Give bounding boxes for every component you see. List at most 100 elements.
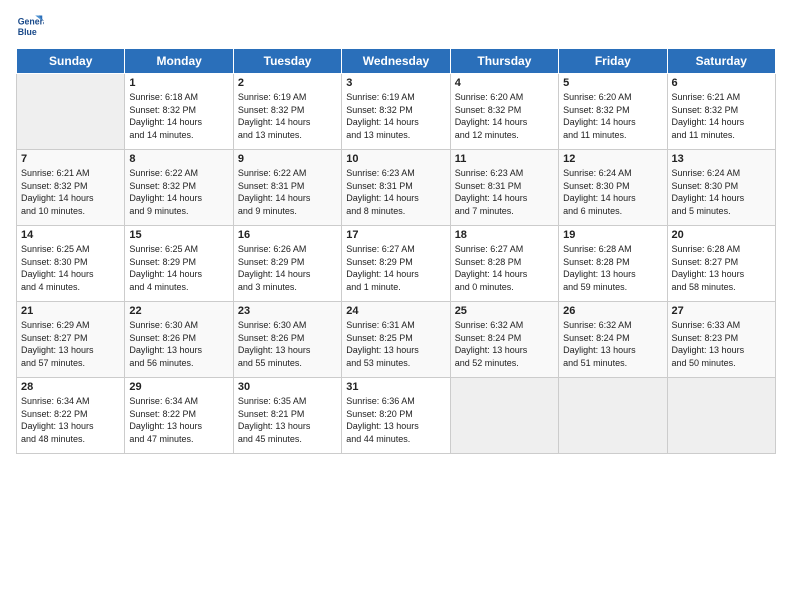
calendar-cell: 10 Sunrise: 6:23 AM Sunset: 8:31 PM Dayli… [342,150,450,226]
calendar-cell: 4Sunrise: 6:20 AM Sunset: 8:32 PM Daylig… [450,74,558,150]
date-number: 11 [455,153,554,165]
calendar-cell: 12 Sunrise: 6:24 AM Sunset: 8:30 PM Dayli… [559,150,667,226]
calendar-cell: 22 Sunrise: 6:30 AM Sunset: 8:26 PM Dayli… [125,302,233,378]
calendar-cell: 25 Sunrise: 6:32 AM Sunset: 8:24 PM Dayli… [450,302,558,378]
date-number: 17 [346,229,445,241]
cell-content: Sunrise: 6:22 AM Sunset: 8:32 PM Dayligh… [129,167,228,217]
calendar-day-header: Friday [559,49,667,74]
calendar-cell: 6Sunrise: 6:21 AM Sunset: 8:32 PM Daylig… [667,74,775,150]
calendar-day-header: Saturday [667,49,775,74]
date-number: 27 [672,305,771,317]
date-number: 30 [238,381,337,393]
calendar-table: SundayMondayTuesdayWednesdayThursdayFrid… [16,48,776,454]
date-number: 7 [21,153,120,165]
cell-content: Sunrise: 6:28 AM Sunset: 8:27 PM Dayligh… [672,243,771,293]
calendar-cell: 26Sunrise: 6:32 AM Sunset: 8:24 PM Dayli… [559,302,667,378]
calendar-cell: 19 Sunrise: 6:28 AM Sunset: 8:28 PM Dayli… [559,226,667,302]
date-number: 16 [238,229,337,241]
calendar-cell: 14Sunrise: 6:25 AM Sunset: 8:30 PM Dayli… [17,226,125,302]
calendar-cell: 5 Sunrise: 6:20 AM Sunset: 8:32 PM Daylig… [559,74,667,150]
cell-content: Sunrise: 6:31 AM Sunset: 8:25 PM Dayligh… [346,319,445,369]
cell-content: Sunrise: 6:19 AM Sunset: 8:32 PM Dayligh… [346,91,445,141]
calendar-cell: 2Sunrise: 6:19 AM Sunset: 8:32 PM Daylig… [233,74,341,150]
calendar-cell: 31Sunrise: 6:36 AM Sunset: 8:20 PM Dayli… [342,378,450,454]
date-number: 12 [563,153,662,165]
cell-content: Sunrise: 6:27 AM Sunset: 8:28 PM Dayligh… [455,243,554,293]
date-number: 18 [455,229,554,241]
cell-content: Sunrise: 6:27 AM Sunset: 8:29 PM Dayligh… [346,243,445,293]
date-number: 9 [238,153,337,165]
calendar-cell: 23 Sunrise: 6:30 AM Sunset: 8:26 PM Dayli… [233,302,341,378]
date-number: 29 [129,381,228,393]
date-number: 10 [346,153,445,165]
calendar-cell: 30 Sunrise: 6:35 AM Sunset: 8:21 PM Dayli… [233,378,341,454]
calendar-cell [559,378,667,454]
date-number: 6 [672,77,771,89]
date-number: 31 [346,381,445,393]
calendar-header-row: SundayMondayTuesdayWednesdayThursdayFrid… [17,49,776,74]
cell-content: Sunrise: 6:24 AM Sunset: 8:30 PM Dayligh… [672,167,771,217]
calendar-cell: 7 Sunrise: 6:21 AM Sunset: 8:32 PM Daylig… [17,150,125,226]
calendar-cell: 9 Sunrise: 6:22 AM Sunset: 8:31 PM Daylig… [233,150,341,226]
date-number: 22 [129,305,228,317]
date-number: 3 [346,77,445,89]
cell-content: Sunrise: 6:32 AM Sunset: 8:24 PM Dayligh… [455,319,554,369]
calendar-week-row: 21 Sunrise: 6:29 AM Sunset: 8:27 PM Dayli… [17,302,776,378]
calendar-cell: 20 Sunrise: 6:28 AM Sunset: 8:27 PM Dayli… [667,226,775,302]
calendar-cell [450,378,558,454]
cell-content: Sunrise: 6:18 AM Sunset: 8:32 PM Dayligh… [129,91,228,141]
cell-content: Sunrise: 6:30 AM Sunset: 8:26 PM Dayligh… [238,319,337,369]
calendar-cell: 17 Sunrise: 6:27 AM Sunset: 8:29 PM Dayli… [342,226,450,302]
cell-content: Sunrise: 6:23 AM Sunset: 8:31 PM Dayligh… [346,167,445,217]
header: General Blue [16,12,776,40]
date-number: 23 [238,305,337,317]
calendar-cell [17,74,125,150]
cell-content: Sunrise: 6:34 AM Sunset: 8:22 PM Dayligh… [129,395,228,445]
cell-content: Sunrise: 6:25 AM Sunset: 8:29 PM Dayligh… [129,243,228,293]
calendar-body: 1 Sunrise: 6:18 AM Sunset: 8:32 PM Daylig… [17,74,776,454]
calendar-day-header: Thursday [450,49,558,74]
calendar-cell [667,378,775,454]
cell-content: Sunrise: 6:32 AM Sunset: 8:24 PM Dayligh… [563,319,662,369]
cell-content: Sunrise: 6:35 AM Sunset: 8:21 PM Dayligh… [238,395,337,445]
date-number: 8 [129,153,228,165]
calendar-week-row: 14Sunrise: 6:25 AM Sunset: 8:30 PM Dayli… [17,226,776,302]
cell-content: Sunrise: 6:20 AM Sunset: 8:32 PM Dayligh… [563,91,662,141]
date-number: 28 [21,381,120,393]
calendar-cell: 13 Sunrise: 6:24 AM Sunset: 8:30 PM Dayli… [667,150,775,226]
date-number: 20 [672,229,771,241]
cell-content: Sunrise: 6:22 AM Sunset: 8:31 PM Dayligh… [238,167,337,217]
calendar-day-header: Tuesday [233,49,341,74]
calendar-cell: 15 Sunrise: 6:25 AM Sunset: 8:29 PM Dayli… [125,226,233,302]
calendar-cell: 3 Sunrise: 6:19 AM Sunset: 8:32 PM Daylig… [342,74,450,150]
calendar-week-row: 28 Sunrise: 6:34 AM Sunset: 8:22 PM Dayli… [17,378,776,454]
date-number: 19 [563,229,662,241]
date-number: 13 [672,153,771,165]
calendar-cell: 18 Sunrise: 6:27 AM Sunset: 8:28 PM Dayli… [450,226,558,302]
cell-content: Sunrise: 6:26 AM Sunset: 8:29 PM Dayligh… [238,243,337,293]
calendar-cell: 1 Sunrise: 6:18 AM Sunset: 8:32 PM Daylig… [125,74,233,150]
calendar-cell: 8 Sunrise: 6:22 AM Sunset: 8:32 PM Daylig… [125,150,233,226]
date-number: 25 [455,305,554,317]
cell-content: Sunrise: 6:24 AM Sunset: 8:30 PM Dayligh… [563,167,662,217]
date-number: 21 [21,305,120,317]
date-number: 5 [563,77,662,89]
logo: General Blue [16,12,48,40]
date-number: 15 [129,229,228,241]
calendar-week-row: 1 Sunrise: 6:18 AM Sunset: 8:32 PM Daylig… [17,74,776,150]
cell-content: Sunrise: 6:34 AM Sunset: 8:22 PM Dayligh… [21,395,120,445]
logo-icon: General Blue [16,12,44,40]
date-number: 2 [238,77,337,89]
cell-content: Sunrise: 6:30 AM Sunset: 8:26 PM Dayligh… [129,319,228,369]
calendar-cell: 27 Sunrise: 6:33 AM Sunset: 8:23 PM Dayli… [667,302,775,378]
date-number: 24 [346,305,445,317]
cell-content: Sunrise: 6:28 AM Sunset: 8:28 PM Dayligh… [563,243,662,293]
cell-content: Sunrise: 6:29 AM Sunset: 8:27 PM Dayligh… [21,319,120,369]
calendar-cell: 28 Sunrise: 6:34 AM Sunset: 8:22 PM Dayli… [17,378,125,454]
date-number: 1 [129,77,228,89]
cell-content: Sunrise: 6:33 AM Sunset: 8:23 PM Dayligh… [672,319,771,369]
calendar-day-header: Wednesday [342,49,450,74]
calendar-cell: 29 Sunrise: 6:34 AM Sunset: 8:22 PM Dayli… [125,378,233,454]
svg-text:Blue: Blue [18,27,37,37]
cell-content: Sunrise: 6:21 AM Sunset: 8:32 PM Dayligh… [21,167,120,217]
